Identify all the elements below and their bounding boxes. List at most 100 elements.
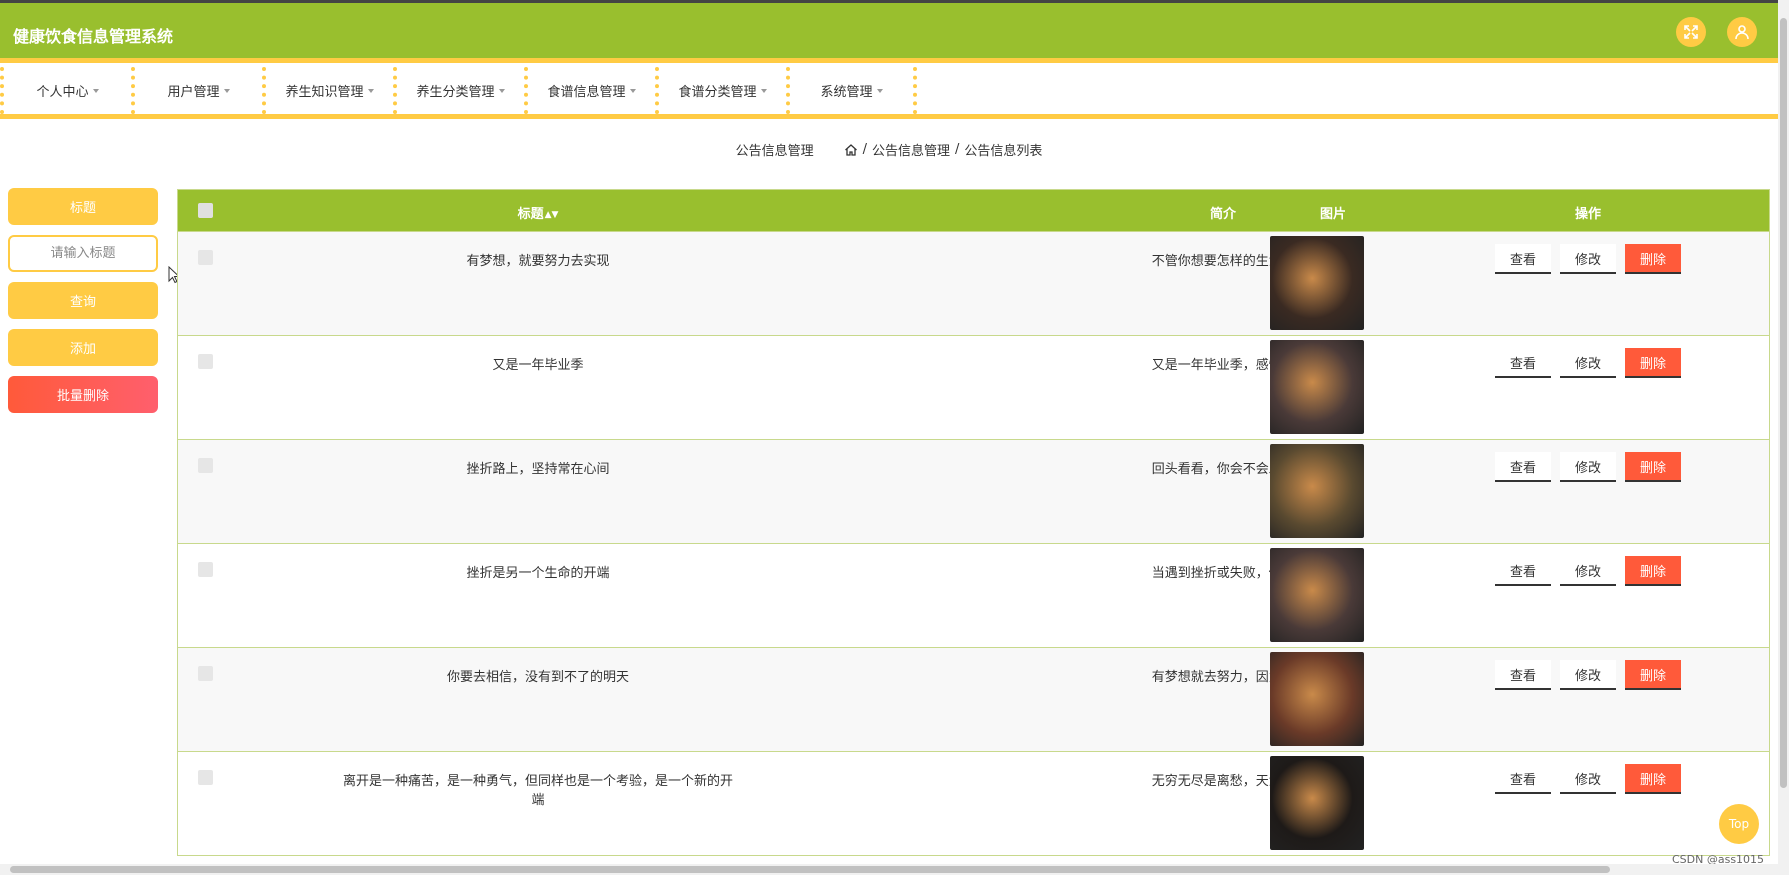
table-row: 离开是一种痛苦，是一种勇气，但同样也是一个考验，是一个新的开端 无穷无尽是离愁，天…: [178, 751, 1769, 855]
view-button[interactable]: 查看: [1495, 452, 1551, 482]
table-row: 有梦想，就要努力去实现 不管你想要怎样的生活... 查看 修改 删除: [178, 231, 1769, 335]
nav-label: 养生知识管理: [285, 85, 364, 100]
column-header-title[interactable]: 标题▲▼: [338, 203, 738, 222]
caret-down-icon: [876, 88, 883, 93]
row-title: 挫折路上，坚持常在心间: [466, 462, 610, 477]
nav-item-recipe-info[interactable]: 食谱信息管理: [524, 67, 655, 114]
breadcrumb-current: 公告信息列表: [964, 144, 1043, 159]
breadcrumb-sep: /: [862, 142, 867, 157]
horizontal-scrollbar[interactable]: [0, 864, 1778, 875]
column-header-image: 图片: [1319, 207, 1346, 222]
breadcrumb-item[interactable]: 公告信息管理: [872, 140, 950, 159]
row-image: [1270, 340, 1364, 434]
row-title: 你要去相信，没有到不了的明天: [446, 670, 629, 685]
nav-label: 用户管理: [167, 85, 220, 100]
edit-button[interactable]: 修改: [1560, 764, 1616, 794]
nav-item-system[interactable]: 系统管理: [786, 67, 917, 114]
app-title: 健康饮食信息管理系统: [13, 27, 174, 46]
caret-down-icon: [629, 88, 636, 93]
page-title: 公告信息管理: [735, 144, 814, 159]
caret-down-icon: [498, 88, 505, 93]
row-title: 挫折是另一个生命的开端: [466, 566, 610, 581]
edit-button[interactable]: 修改: [1560, 452, 1616, 482]
nav-item-health-category[interactable]: 养生分类管理: [393, 67, 524, 114]
table-row: 又是一年毕业季 又是一年毕业季，感慨... 查看 修改 删除: [178, 335, 1769, 439]
view-button[interactable]: 查看: [1495, 660, 1551, 690]
delete-button[interactable]: 删除: [1625, 556, 1681, 586]
view-button[interactable]: 查看: [1495, 244, 1551, 274]
nav-item-personal-center[interactable]: 个人中心: [0, 67, 131, 114]
top-header: 健康饮食信息管理系统: [0, 0, 1778, 63]
home-icon[interactable]: [844, 143, 858, 157]
title-search-input[interactable]: [8, 235, 158, 272]
user-icon[interactable]: [1727, 17, 1757, 47]
breadcrumb-sep: /: [955, 142, 960, 157]
delete-button[interactable]: 删除: [1625, 244, 1681, 274]
nav-label: 系统管理: [820, 85, 873, 100]
nav-label: 食谱分类管理: [678, 85, 757, 100]
row-image: [1270, 756, 1364, 850]
table-row: 你要去相信，没有到不了的明天 有梦想就去努力，因为... 查看 修改 删除: [178, 647, 1769, 751]
row-checkbox[interactable]: [198, 354, 213, 369]
row-actions: 查看 修改 删除: [1495, 660, 1681, 690]
add-button[interactable]: 添加: [8, 329, 158, 366]
nav-item-user-management[interactable]: 用户管理: [131, 67, 262, 114]
delete-button[interactable]: 删除: [1625, 764, 1681, 794]
edit-button[interactable]: 修改: [1560, 244, 1616, 274]
row-checkbox[interactable]: [198, 250, 213, 265]
vertical-scrollbar[interactable]: [1778, 0, 1789, 875]
fullscreen-icon[interactable]: [1676, 17, 1706, 47]
view-button[interactable]: 查看: [1495, 556, 1551, 586]
notice-table: 标题▲▼ 简介 图片 操作 有梦想，就要努力去实现 不管你想要怎样的生活... 查看…: [177, 189, 1770, 856]
caret-down-icon: [92, 88, 99, 93]
row-actions: 查看 修改 删除: [1495, 452, 1681, 482]
table-row: 挫折是另一个生命的开端 当遇到挫折或失败，你... 查看 修改 删除: [178, 543, 1769, 647]
batch-delete-button[interactable]: 批量删除: [8, 376, 158, 413]
search-panel: 标题 查询 添加 批量删除: [8, 188, 158, 423]
breadcrumb: 公告信息管理 / 公告信息管理 / 公告信息列表: [0, 140, 1778, 159]
row-title: 离开是一种痛苦，是一种勇气，但同样也是一个考验，是一个新的开端: [342, 774, 733, 808]
nav-label: 食谱信息管理: [547, 85, 626, 100]
row-title: 又是一年毕业季: [492, 358, 584, 373]
edit-button[interactable]: 修改: [1560, 556, 1616, 586]
table-header: 标题▲▼ 简介 图片 操作: [178, 190, 1769, 231]
back-to-top-button[interactable]: Top: [1719, 804, 1759, 844]
table-row: 挫折路上，坚持常在心间 回头看看，你会不会发... 查看 修改 删除: [178, 439, 1769, 543]
row-image: [1270, 444, 1364, 538]
row-checkbox[interactable]: [198, 666, 213, 681]
delete-button[interactable]: 删除: [1625, 348, 1681, 378]
row-actions: 查看 修改 删除: [1495, 764, 1681, 794]
column-header-ops: 操作: [1574, 207, 1601, 222]
row-image: [1270, 236, 1364, 330]
sort-icon[interactable]: ▲▼: [545, 210, 559, 220]
row-title: 有梦想，就要努力去实现: [466, 254, 610, 269]
row-checkbox[interactable]: [198, 770, 213, 785]
row-checkbox[interactable]: [198, 458, 213, 473]
view-button[interactable]: 查看: [1495, 764, 1551, 794]
row-actions: 查看 修改 删除: [1495, 348, 1681, 378]
view-button[interactable]: 查看: [1495, 348, 1551, 378]
edit-button[interactable]: 修改: [1560, 348, 1616, 378]
nav-label: 养生分类管理: [416, 85, 495, 100]
nav-label: 个人中心: [36, 85, 89, 100]
vertical-scroll-thumb[interactable]: [1780, 18, 1787, 788]
main-nav: 个人中心 用户管理 养生知识管理 养生分类管理 食谱信息管理 食谱分类管理 系统…: [0, 67, 1778, 119]
edit-button[interactable]: 修改: [1560, 660, 1616, 690]
row-image: [1270, 548, 1364, 642]
nav-item-health-knowledge[interactable]: 养生知识管理: [262, 67, 393, 114]
nav-item-recipe-category[interactable]: 食谱分类管理: [655, 67, 786, 114]
caret-down-icon: [223, 88, 230, 93]
select-all-checkbox[interactable]: [198, 203, 213, 218]
delete-button[interactable]: 删除: [1625, 452, 1681, 482]
row-image: [1270, 652, 1364, 746]
title-label: 标题: [8, 188, 158, 225]
caret-down-icon: [367, 88, 374, 93]
query-button[interactable]: 查询: [8, 282, 158, 319]
row-actions: 查看 修改 删除: [1495, 244, 1681, 274]
column-title-label: 标题: [517, 207, 544, 222]
horizontal-scroll-thumb[interactable]: [10, 866, 1610, 873]
caret-down-icon: [760, 88, 767, 93]
row-actions: 查看 修改 删除: [1495, 556, 1681, 586]
row-checkbox[interactable]: [198, 562, 213, 577]
delete-button[interactable]: 删除: [1625, 660, 1681, 690]
